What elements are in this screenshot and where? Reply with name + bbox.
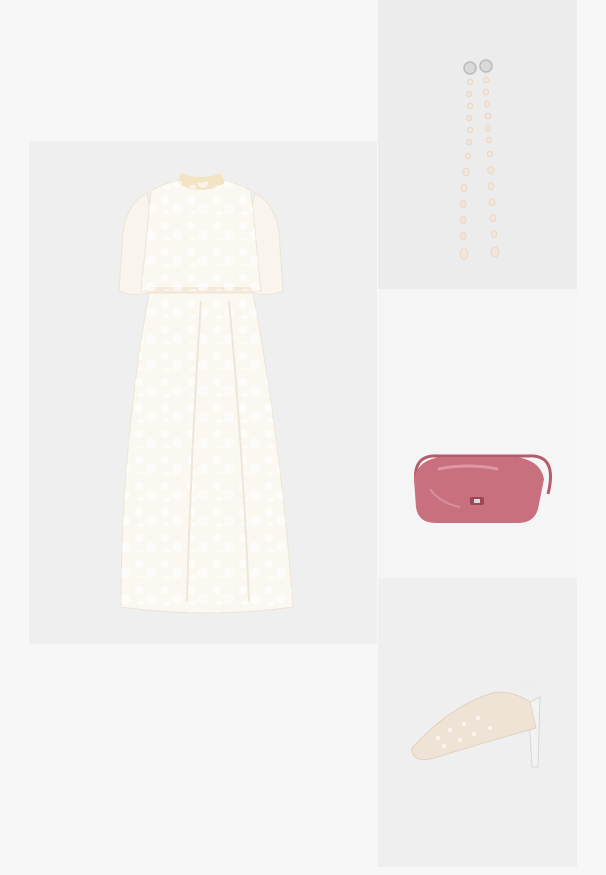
product-tile-earrings[interactable] xyxy=(378,0,577,289)
outfit-collage: { "collage": { "background": "#f7f7f7", … xyxy=(0,0,606,875)
product-tile-dress[interactable] xyxy=(29,141,377,644)
product-tile-bag[interactable] xyxy=(378,289,577,578)
product-tile-shoe[interactable] xyxy=(378,578,577,867)
white-floral-midi-dress-image xyxy=(118,173,294,614)
pearl-drop-earrings-image xyxy=(459,59,500,260)
lace-slingback-pump-image xyxy=(411,683,545,768)
pink-shoulder-bag-image xyxy=(414,454,552,523)
